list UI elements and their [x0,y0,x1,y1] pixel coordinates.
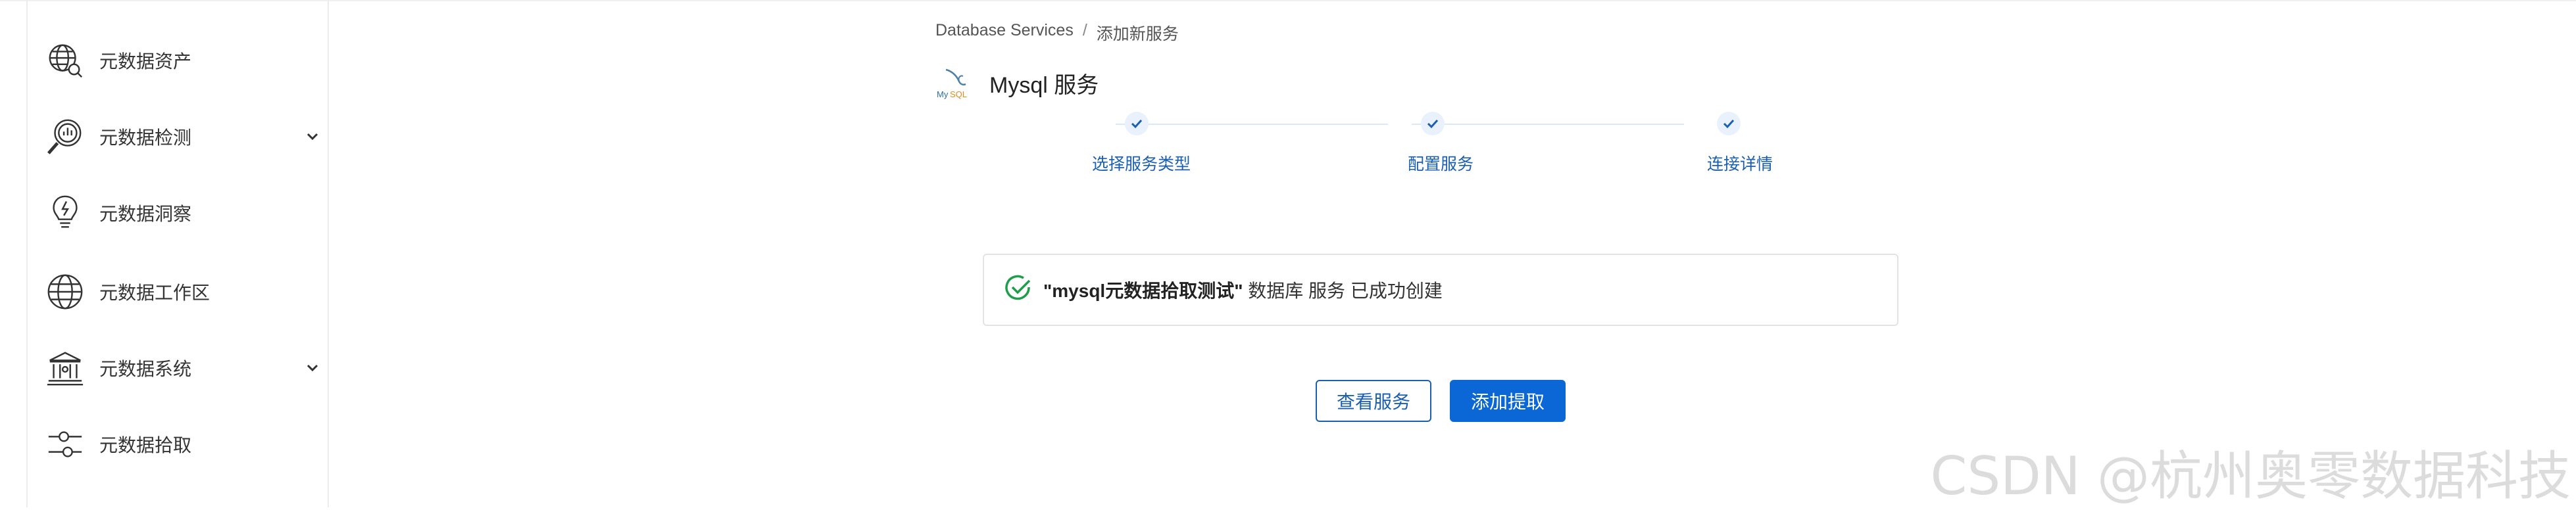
mysql-logo-icon: My SQL [934,64,971,101]
step-connector [1116,124,1388,125]
sidebar-item-label: 元数据检测 [99,128,192,148]
sidebar-item-ingestion[interactable]: 元数据拾取 [44,418,320,471]
step-1-check-icon [1125,112,1149,135]
sidebar-item-system[interactable]: 元数据系统 [44,342,320,394]
sidebar-item-label: 元数据工作区 [99,283,211,303]
globe-icon [44,271,86,313]
step-2-check-icon [1421,112,1445,135]
svg-text:SQL: SQL [950,89,967,99]
sidebar-item-label: 元数据资产 [99,51,192,72]
step-connector [1412,124,1684,125]
bank-building-icon [44,347,86,389]
sidebar-item-detection[interactable]: 元数据检测 [44,110,320,163]
service-header: My SQL Mysql 服务 [934,64,1099,101]
sidebar-item-assets[interactable]: 元数据资产 [44,34,320,87]
sidebar-item-label: 元数据拾取 [99,435,192,455]
sidebar: 元数据资产 元数据检测 元数据洞察 元数据工作区 元数据系统 元数据拾取 [26,0,329,507]
check-circle-icon [1004,274,1033,306]
success-message: "mysql元数据拾取测试" 数据库 服务 已成功创建 [1043,277,1443,303]
page-title: Mysql 服务 [989,72,1099,98]
step-3-label: 连接详情 [1706,155,1773,174]
breadcrumb-root-link[interactable]: Database Services [935,21,1074,45]
success-message-card: "mysql元数据拾取测试" 数据库 服务 已成功创建 [983,254,1898,326]
add-ingestion-button[interactable]: 添加提取 [1450,380,1566,422]
svg-text:My: My [937,89,949,99]
sidebar-item-label: 元数据洞察 [99,204,192,224]
step-2-label: 配置服务 [1407,155,1474,174]
stepper: 选择服务类型 配置服务 连接详情 [1091,112,1773,177]
lightbulb-icon [44,192,86,234]
chevron-down-icon[interactable] [305,129,320,145]
success-text: 数据库 服务 已成功创建 [1243,281,1443,301]
globe-search-icon [44,39,86,81]
chevron-down-icon[interactable] [305,360,320,376]
breadcrumb-separator: / [1082,21,1087,39]
sidebar-item-insights[interactable]: 元数据洞察 [44,187,320,239]
view-service-button[interactable]: 查看服务 [1316,380,1431,422]
step-1-label: 选择服务类型 [1091,155,1191,174]
breadcrumb: Database Services / 添加新服务 [935,21,1179,45]
breadcrumb-current: 添加新服务 [1096,25,1179,43]
magnifier-chart-icon [44,116,86,158]
watermark: CSDN @杭州奥零数据科技 [1930,446,2571,507]
sliders-icon [44,423,86,465]
service-name: "mysql元数据拾取测试" [1043,281,1243,301]
sidebar-item-label: 元数据系统 [99,359,192,379]
step-3-check-icon [1717,112,1741,135]
top-border [0,0,2576,1]
sidebar-item-workspace[interactable]: 元数据工作区 [44,266,320,318]
